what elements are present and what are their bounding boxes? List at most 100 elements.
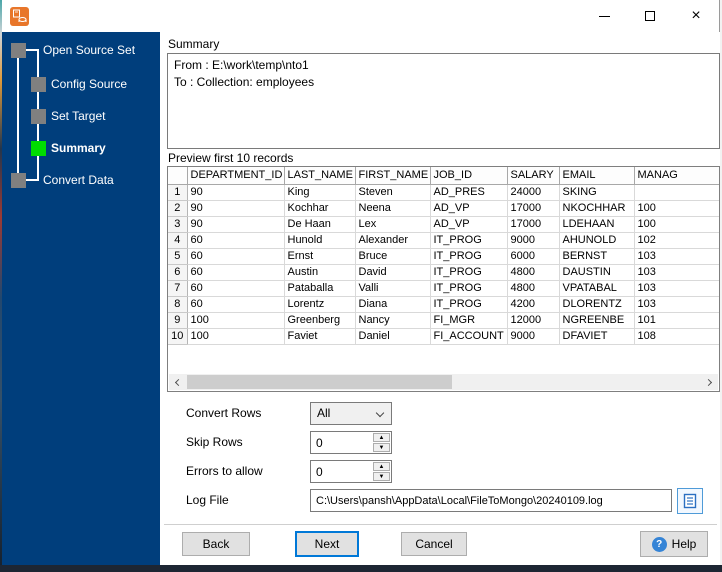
table-cell[interactable]: Pataballa (284, 280, 356, 297)
table-row[interactable]: 10 100 Faviet Daniel FI_ACCOUNT 9000 DFAVIET 10… (168, 328, 719, 345)
table-cell[interactable]: 90 (187, 200, 285, 217)
table-row[interactable]: 9 100 Greenberg Nancy FI_MGR 12000 NGREENBE 101 (168, 312, 719, 329)
minimize-button[interactable] (581, 0, 627, 32)
horizontal-scrollbar[interactable] (169, 374, 718, 390)
table-cell[interactable]: BERNST (559, 248, 635, 265)
table-cell[interactable]: AD_VP (430, 200, 508, 217)
table-cell[interactable]: 4800 (507, 280, 560, 297)
table-cell[interactable]: 60 (187, 232, 285, 249)
table-cell[interactable] (634, 184, 719, 201)
table-cell[interactable]: 60 (187, 248, 285, 265)
log-file-input[interactable] (310, 489, 672, 512)
table-cell[interactable]: King (284, 184, 356, 201)
table-cell[interactable]: 4200 (507, 296, 560, 313)
table-cell[interactable]: IT_PROG (430, 280, 508, 297)
table-cell[interactable]: AD_VP (430, 216, 508, 233)
table-cell[interactable]: AHUNOLD (559, 232, 635, 249)
row-number-cell[interactable]: 9 (168, 312, 188, 329)
table-row[interactable]: 8 60 Lorentz Diana IT_PROG 4200 DLORENTZ 103 (168, 296, 719, 313)
table-row[interactable]: 6 60 Austin David IT_PROG 4800 DAUSTIN 103 (168, 264, 719, 281)
table-cell[interactable]: Daniel (355, 328, 431, 345)
table-cell[interactable]: 4800 (507, 264, 560, 281)
scroll-left-button[interactable] (169, 374, 185, 390)
table-cell[interactable]: NGREENBE (559, 312, 635, 329)
table-cell[interactable]: Alexander (355, 232, 431, 249)
table-row[interactable]: 4 60 Hunold Alexander IT_PROG 9000 AHUNOLD 102 (168, 232, 719, 249)
table-cell[interactable]: 103 (634, 264, 719, 281)
table-cell[interactable]: Valli (355, 280, 431, 297)
table-cell[interactable]: 90 (187, 216, 285, 233)
table-row[interactable]: 7 60 Pataballa Valli IT_PROG 4800 VPATABAL 103 (168, 280, 719, 297)
table-cell[interactable]: FI_ACCOUNT (430, 328, 508, 345)
table-cell[interactable]: 100 (187, 312, 285, 329)
table-cell[interactable]: Diana (355, 296, 431, 313)
row-number-cell[interactable]: 6 (168, 264, 188, 281)
table-cell[interactable]: 9000 (507, 328, 560, 345)
table-cell[interactable]: 100 (187, 328, 285, 345)
skip-rows-input[interactable] (311, 432, 373, 453)
table-cell[interactable]: Austin (284, 264, 356, 281)
column-header[interactable]: SALARY (507, 167, 560, 185)
table-row[interactable]: 5 60 Ernst Bruce IT_PROG 6000 BERNST 103 (168, 248, 719, 265)
preview-grid[interactable]: DEPARTMENT_ID LAST_NAME FIRST_NAME JOB_ID SA… (167, 166, 720, 392)
browse-log-button[interactable] (677, 488, 703, 514)
table-cell[interactable]: 101 (634, 312, 719, 329)
scroll-right-button[interactable] (702, 374, 718, 390)
column-header[interactable]: EMAIL (559, 167, 635, 185)
stepper-down-button[interactable]: ▼ (373, 443, 390, 452)
table-cell[interactable]: 102 (634, 232, 719, 249)
table-cell[interactable]: 100 (634, 216, 719, 233)
stepper-up-button[interactable]: ▲ (373, 462, 390, 471)
table-cell[interactable]: DLORENTZ (559, 296, 635, 313)
row-number-cell[interactable]: 2 (168, 200, 188, 217)
column-header[interactable]: LAST_NAME (284, 167, 356, 185)
row-number-cell[interactable]: 8 (168, 296, 188, 313)
corner-header-cell[interactable] (168, 167, 188, 185)
table-cell[interactable]: Greenberg (284, 312, 356, 329)
table-cell[interactable]: Kochhar (284, 200, 356, 217)
table-cell[interactable]: Ernst (284, 248, 356, 265)
table-cell[interactable]: David (355, 264, 431, 281)
table-cell[interactable]: 17000 (507, 200, 560, 217)
table-cell[interactable]: IT_PROG (430, 248, 508, 265)
table-cell[interactable]: DFAVIET (559, 328, 635, 345)
cancel-button[interactable]: Cancel (401, 532, 467, 556)
table-cell[interactable]: 60 (187, 264, 285, 281)
next-button[interactable]: Next (295, 531, 359, 557)
back-button[interactable]: Back (182, 532, 250, 556)
table-cell[interactable]: 60 (187, 296, 285, 313)
row-number-cell[interactable]: 1 (168, 184, 188, 201)
table-cell[interactable]: 17000 (507, 216, 560, 233)
table-cell[interactable]: 24000 (507, 184, 560, 201)
table-cell[interactable]: Bruce (355, 248, 431, 265)
column-header[interactable]: JOB_ID (430, 167, 508, 185)
errors-allow-input[interactable] (311, 461, 373, 482)
table-cell[interactable]: IT_PROG (430, 232, 508, 249)
table-cell[interactable]: NKOCHHAR (559, 200, 635, 217)
table-cell[interactable]: 12000 (507, 312, 560, 329)
table-row[interactable]: 2 90 Kochhar Neena AD_VP 17000 NKOCHHAR 100 (168, 200, 719, 217)
table-cell[interactable]: Faviet (284, 328, 356, 345)
column-header[interactable]: MANAG (634, 167, 719, 185)
table-cell[interactable]: LDEHAAN (559, 216, 635, 233)
maximize-button[interactable] (627, 0, 673, 32)
table-row[interactable]: 3 90 De Haan Lex AD_VP 17000 LDEHAAN 100 (168, 216, 719, 233)
column-header[interactable]: FIRST_NAME (355, 167, 431, 185)
table-cell[interactable]: 103 (634, 280, 719, 297)
help-button[interactable]: ? Help (640, 531, 708, 557)
table-cell[interactable]: 100 (634, 200, 719, 217)
table-cell[interactable]: 9000 (507, 232, 560, 249)
row-number-cell[interactable]: 7 (168, 280, 188, 297)
table-cell[interactable]: 6000 (507, 248, 560, 265)
table-cell[interactable]: Lex (355, 216, 431, 233)
table-cell[interactable]: Nancy (355, 312, 431, 329)
table-cell[interactable]: Hunold (284, 232, 356, 249)
table-cell[interactable]: FI_MGR (430, 312, 508, 329)
table-row[interactable]: 1 90 King Steven AD_PRES 24000 SKING (168, 184, 719, 201)
table-cell[interactable]: Steven (355, 184, 431, 201)
table-cell[interactable]: IT_PROG (430, 296, 508, 313)
close-button[interactable]: × (673, 0, 719, 32)
table-cell[interactable]: 103 (634, 296, 719, 313)
row-number-cell[interactable]: 3 (168, 216, 188, 233)
table-cell[interactable]: 90 (187, 184, 285, 201)
